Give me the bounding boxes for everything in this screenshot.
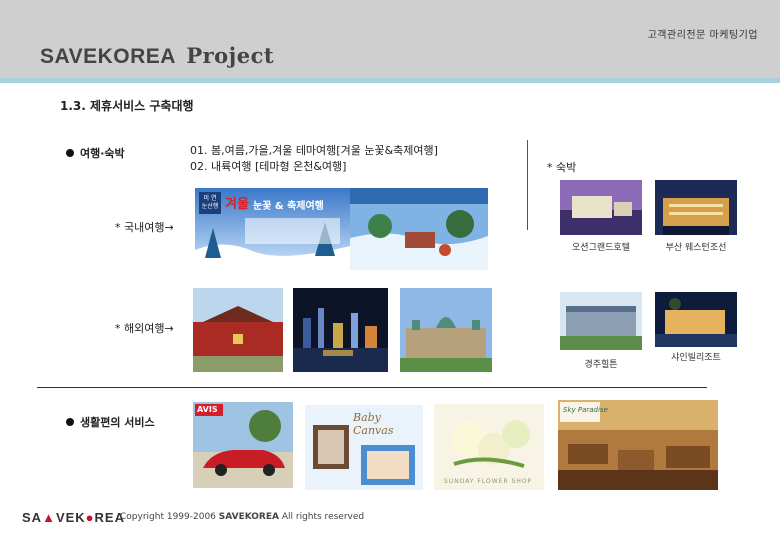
copyright-prefix: Copyright 1999-2006 (120, 512, 219, 522)
header-accent-bar (0, 78, 780, 83)
section-divider-horizontal (37, 387, 707, 388)
logo-swirl-icon: ● (85, 510, 95, 525)
lodging-label: * 숙박 (547, 161, 577, 174)
copyright-text: Copyright 1999-2006 SAVEKOREA All rights… (120, 512, 364, 522)
travel-description: 01. 봄,여름,가을,겨울 테마여행[겨울 눈꽃&축제여행] 02. 내륙여행… (190, 143, 438, 175)
logo-accent-part: ▲ (42, 510, 56, 525)
lodging-caption-3: 경주힐튼 (584, 360, 618, 370)
overseas-travel-label: * 해외여행→ (115, 322, 174, 335)
travel-line-2: 02. 내륙여행 [테마형 온천&여행] (190, 160, 347, 173)
travel-heading: 여행·숙박 (66, 145, 125, 161)
copyright-brand: SAVEKOREA (218, 512, 279, 522)
winter-badge: 미 연 눈산행 (201, 195, 219, 210)
section-divider-vertical (527, 140, 528, 230)
footer-logo: SA▲VEK●REA (22, 510, 125, 525)
hongkong-night-photo[interactable] (293, 288, 388, 372)
living-label: 생활편의 서비스 (80, 416, 155, 429)
beijing-photo[interactable] (193, 288, 283, 372)
busan-westin-photo[interactable] (655, 180, 737, 235)
victoria-parliament-photo[interactable] (400, 288, 492, 372)
avis-logo: AVIS (197, 405, 218, 414)
logo-part-c: K (75, 510, 86, 525)
winter-festival-banner[interactable]: 미 연 눈산행 겨울 눈꽃 & 축제여행 (195, 188, 350, 270)
sky-paradise-lounge-photo[interactable]: Sky Paradise (558, 400, 718, 490)
bullet-icon (66, 418, 74, 426)
winter-banner-title: 눈꽃 & 축제여행 (253, 201, 324, 212)
section-title: 1.3. 제휴서비스 구축대행 (60, 99, 194, 113)
bullet-icon (66, 149, 74, 157)
flower-shop-photo[interactable]: SUNDAY FLOWER SHOP (434, 404, 544, 490)
baby-canvas-photo[interactable]: Baby Canvas (305, 405, 423, 490)
hot-spring-banner[interactable] (350, 188, 488, 270)
ocean-grand-hotel-photo[interactable] (560, 180, 642, 235)
company-tagline: 고객관리전문 마케팅기업 (647, 30, 758, 41)
travel-line-1: 01. 봄,여름,가을,겨울 테마여행[겨울 눈꽃&축제여행] (190, 144, 438, 157)
lodging-caption-4: 샤인빌리조트 (671, 353, 721, 363)
lodging-caption-2: 부산 웨스턴조선 (665, 243, 727, 253)
domestic-travel-label: * 국내여행→ (115, 221, 174, 234)
winter-season-text: 겨울 (225, 197, 249, 212)
travel-label: 여행·숙박 (80, 147, 125, 160)
gyeongju-hilton-photo[interactable] (560, 292, 642, 350)
shinevill-resort-photo[interactable] (655, 292, 737, 347)
title-main: SAVEKOREA (40, 45, 176, 68)
avis-car-photo[interactable]: AVIS (193, 402, 293, 488)
flower-shop-logo: SUNDAY FLOWER SHOP (444, 478, 533, 485)
page-title: SAVEKOREA Project (40, 43, 274, 69)
title-sub: Project (186, 43, 275, 68)
lodging-caption-1: 오션그랜드호텔 (572, 243, 630, 253)
logo-part-b: VE (55, 510, 76, 525)
living-heading: 생활편의 서비스 (66, 414, 155, 430)
baby-canvas-logo: Baby Canvas (353, 411, 394, 437)
copyright-suffix: All rights reserved (278, 512, 365, 522)
sky-paradise-logo: Sky Paradise (563, 406, 608, 414)
logo-part-a: SA (22, 510, 43, 525)
